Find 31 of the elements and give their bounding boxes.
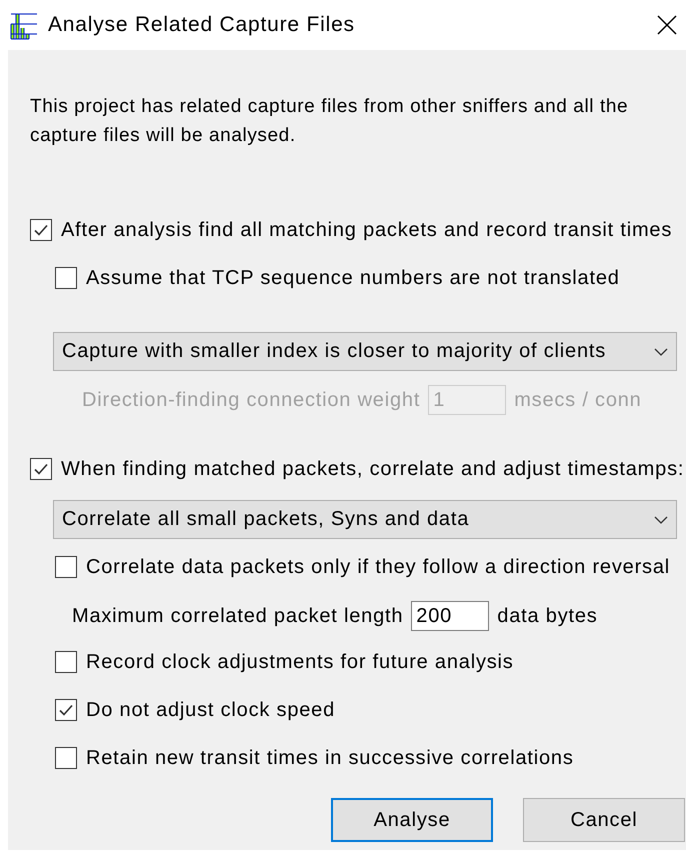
unit-label: msecs / conn — [514, 388, 642, 412]
checkbox[interactable] — [55, 556, 77, 578]
checkbox[interactable] — [30, 219, 52, 241]
checkbox-label[interactable]: When finding matched packets, correlate and adjust timestamps: — [61, 458, 684, 480]
intro-text: This project has related capture files from other sniffers and all the capture files will be analysed. — [30, 95, 630, 148]
chevron-icon — [654, 346, 668, 356]
checkbox[interactable] — [55, 267, 77, 289]
field-label: Direction-finding connection weight — [82, 388, 420, 412]
checkbox-label[interactable]: Do not adjust clock speed — [86, 698, 336, 722]
dialog-button[interactable]: Cancel — [523, 798, 685, 842]
checkbox[interactable] — [55, 699, 77, 721]
checkbox-label[interactable]: Retain new transit times in successive correlations — [86, 746, 574, 770]
checkbox-label[interactable]: Record clock adjustments for future analysis — [86, 650, 514, 674]
checkbox[interactable] — [55, 651, 77, 673]
unit-label: data bytes — [497, 604, 598, 628]
checkmark-icon — [33, 461, 49, 477]
field-label: Maximum correlated packet length — [72, 604, 404, 628]
checkmark-icon — [33, 222, 49, 238]
dropdown[interactable]: Correlate all small packets, Syns and data — [53, 500, 677, 539]
window-title: Analyse Related Capture Files — [48, 13, 355, 37]
dialog-button[interactable]: Analyse — [331, 798, 493, 842]
checkmark-icon — [58, 702, 74, 718]
input-field[interactable]: 200 — [411, 601, 490, 631]
checkbox-label[interactable]: Correlate data packets only if they follow a direction reversal — [86, 556, 670, 578]
dropdown[interactable]: Capture with smaller index is closer to majority of clients — [53, 332, 677, 371]
checkbox[interactable] — [55, 747, 77, 769]
checkbox[interactable] — [30, 458, 52, 480]
checkbox-label[interactable]: After analysis find all matching packets and record transit times — [61, 218, 672, 242]
close-icon[interactable] — [656, 14, 678, 36]
chevron-icon — [654, 514, 668, 524]
checkbox-label[interactable]: Assume that TCP sequence numbers are not translated — [86, 266, 620, 290]
